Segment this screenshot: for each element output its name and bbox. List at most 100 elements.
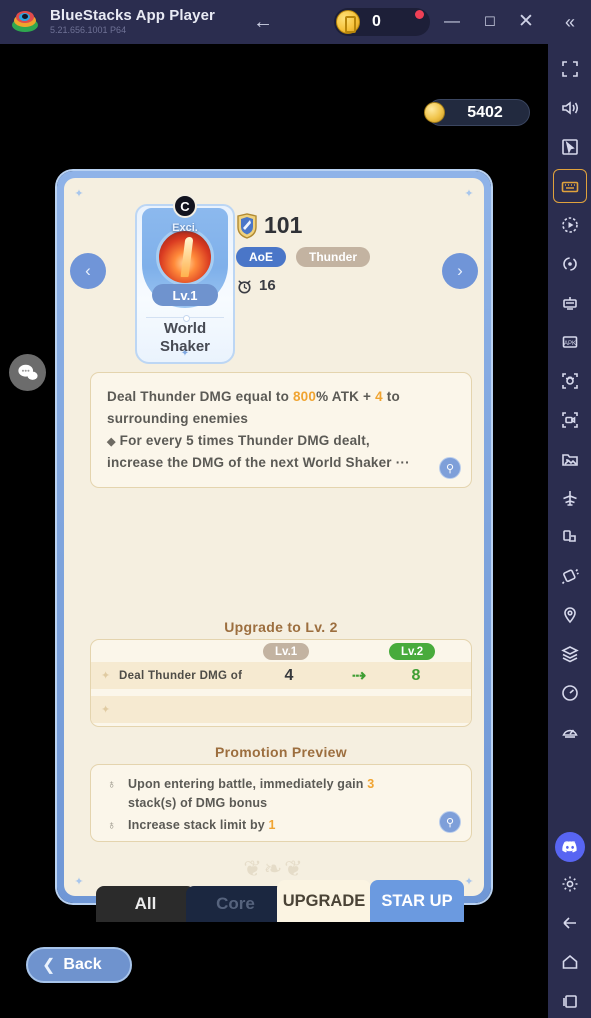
minimize-button[interactable]: — — [440, 10, 464, 34]
power-row: 101 — [236, 212, 476, 239]
tab-all[interactable]: All — [96, 886, 195, 922]
close-button[interactable]: ✕ — [514, 10, 538, 34]
list-item: ♁ Upon entering battle, immediately gain… — [107, 775, 455, 814]
app-version: 5.21.656.1001 P64 — [50, 25, 127, 36]
bluestacks-points-pill[interactable]: 0 — [334, 8, 430, 36]
performance-icon[interactable] — [553, 715, 587, 749]
portrait-divider — [146, 315, 224, 322]
row-value-current: 4 — [284, 666, 294, 684]
volume-icon[interactable] — [553, 91, 587, 125]
table-row: ✦ Deal Thunder DMG of 4 ⇢ 8 — [91, 662, 471, 689]
desc-highlight-percent: 800 — [292, 389, 317, 404]
zoom-in-icon[interactable]: ⚲ — [439, 457, 461, 480]
titlebar-back-icon[interactable]: ← — [250, 10, 276, 34]
layers-icon[interactable] — [553, 637, 587, 671]
prev-skill-button[interactable]: ‹ — [70, 253, 106, 289]
multi-instance-icon[interactable] — [553, 286, 587, 320]
points-value: 0 — [372, 13, 381, 30]
eco-mode-icon[interactable] — [553, 481, 587, 515]
zoom-in-icon[interactable]: ⚲ — [439, 811, 461, 833]
cooldown-clock-icon — [236, 278, 253, 294]
maximize-button[interactable]: ☐ — [478, 10, 502, 34]
promotion-text: Upon entering battle, immediately gain 3… — [128, 775, 374, 814]
upgrade-section-title: Upgrade to Lv. 2 — [224, 619, 338, 635]
tab-core[interactable]: Core — [186, 886, 285, 922]
skill-name-line1: World — [163, 320, 207, 337]
shake-icon[interactable] — [553, 520, 587, 554]
power-shield-icon — [236, 212, 258, 239]
row-bullet-icon: ✦ — [101, 704, 111, 716]
trim-memory-icon[interactable] — [553, 676, 587, 710]
promotion-text-c: Increase stack limit by — [128, 817, 269, 832]
skill-stats: 101 AoE Thunder 16 — [236, 212, 476, 294]
app-title: BlueStacks App Player — [50, 7, 215, 25]
corner-ornament-icon — [456, 180, 482, 206]
screen-root: BlueStacks App Player 5.21.656.1001 P64 … — [0, 0, 591, 1018]
skill-tags: AoE Thunder — [236, 247, 476, 267]
record-screen-icon[interactable] — [553, 403, 587, 437]
game-viewport: 5402 ‹ › Exci. C Lv.1 — [0, 44, 548, 1018]
android-back-icon[interactable] — [553, 906, 587, 940]
promotion-text-b: stack(s) of DMG bonus — [128, 796, 268, 811]
description-line-4: increase the DMG of the next World Shake… — [107, 454, 410, 470]
promotion-highlight: 1 — [268, 817, 276, 832]
gold-amount: 5402 — [467, 103, 503, 121]
android-recents-icon[interactable] — [553, 984, 587, 1018]
bottom-tab-bar: All Core UPGRADE STAR UP — [0, 880, 548, 922]
back-arrow-icon: ❮ — [42, 957, 56, 974]
settings-icon[interactable] — [553, 867, 587, 901]
cursor-icon[interactable] — [553, 130, 587, 164]
promotion-highlight: 3 — [367, 777, 375, 791]
gold-currency-pill[interactable]: 5402 — [424, 99, 530, 126]
back-button[interactable]: ❮ Back — [26, 947, 132, 983]
description-line-1: Deal Thunder DMG equal to 800% ATK + 4 t… — [107, 386, 455, 408]
desc-text-b: % ATK + — [316, 389, 376, 404]
row-bullet-icon: ✦ — [101, 670, 111, 682]
titlebar-text-group: BlueStacks App Player 5.21.656.1001 P64 — [50, 8, 215, 35]
fullscreen-icon[interactable] — [553, 52, 587, 86]
install-apk-icon[interactable]: APK — [553, 325, 587, 359]
tilt-icon[interactable] — [553, 559, 587, 593]
screenshot-icon[interactable] — [553, 364, 587, 398]
media-manager-icon[interactable] — [553, 442, 587, 476]
bluestacks-titlebar: BlueStacks App Player 5.21.656.1001 P64 … — [0, 0, 591, 44]
rotate-icon[interactable] — [553, 247, 587, 281]
android-home-icon[interactable] — [553, 945, 587, 979]
promotion-text-a: Upon entering battle, immediately gain — [128, 777, 368, 791]
bullet-diamond-icon: ◆ — [107, 435, 116, 448]
location-icon[interactable] — [553, 598, 587, 632]
promotion-bullet-icon: ♁ — [107, 777, 116, 791]
discord-icon[interactable] — [554, 832, 585, 862]
desc-highlight-flat: 4 — [375, 389, 383, 404]
svg-text:APK: APK — [563, 341, 575, 347]
skill-detail-card: Exci. C Lv.1 World Shaker — [57, 171, 491, 903]
collapse-sidebar-button[interactable]: « — [558, 10, 582, 34]
gold-coin-icon — [424, 102, 445, 123]
keymapping-icon[interactable] — [552, 169, 587, 203]
tab-star-up[interactable]: STAR UP — [370, 880, 464, 922]
rank-badge: C — [173, 194, 197, 218]
upgrade-table: Lv.1 Lv.2 ✦ Deal Thunder DMG of 4 ⇢ 8 ✦ — [90, 639, 472, 727]
desc-text-d: For every 5 times Thunder DMG dealt, — [115, 432, 370, 448]
next-skill-button[interactable]: › — [442, 253, 478, 289]
notification-dot — [415, 10, 424, 19]
cooldown-value: 16 — [259, 277, 276, 294]
promotion-text: Increase stack limit by 1 — [128, 816, 276, 835]
macro-play-icon[interactable] — [553, 208, 587, 242]
card-inner: Exci. C Lv.1 World Shaker — [64, 178, 484, 896]
promotion-preview-box: ♁ Upon entering battle, immediately gain… — [90, 764, 472, 842]
back-button-label: Back — [63, 956, 102, 973]
tab-upgrade[interactable]: UPGRADE — [277, 880, 371, 922]
desc-text-a: Deal Thunder DMG equal to — [107, 389, 293, 404]
card-watermark-ornament: ❦❧❦ — [243, 856, 305, 881]
desc-text-c: to — [382, 389, 400, 404]
promotion-bullet-icon: ♁ — [107, 817, 116, 832]
skill-name: World Shaker — [135, 320, 235, 355]
chat-bubble-icon[interactable] — [9, 354, 46, 391]
tag-element: Thunder — [296, 247, 370, 267]
column-header-next-level: Lv.2 — [389, 643, 436, 660]
upgrade-table-header: Lv.1 Lv.2 — [91, 640, 471, 662]
skill-level-badge: Lv.1 — [152, 284, 218, 306]
rarity-label: Exci. — [172, 222, 198, 234]
row-arrow-icon: ⇢ — [351, 665, 367, 685]
